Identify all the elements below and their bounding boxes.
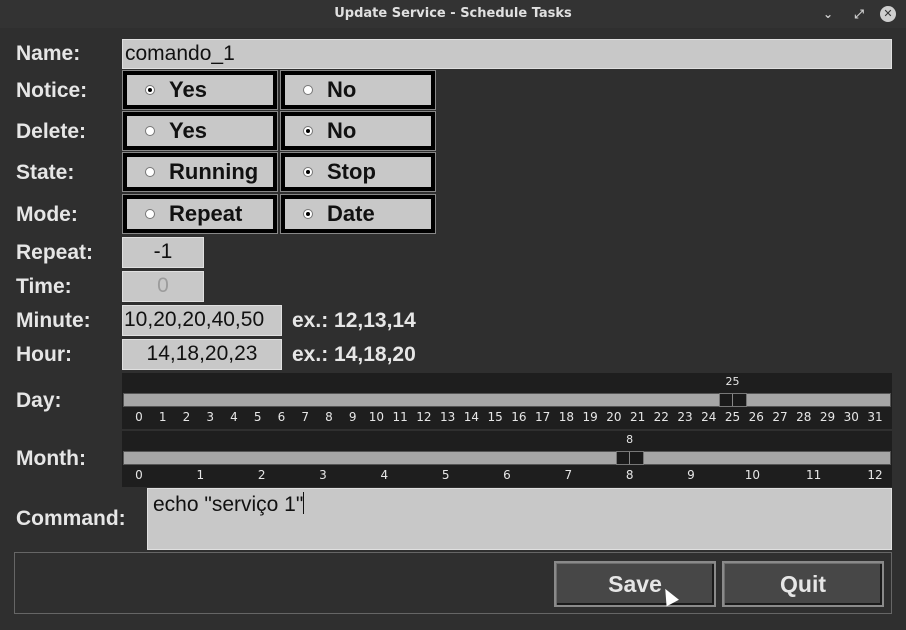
month-tick-1: 1 — [196, 468, 205, 482]
time-input: 0 — [122, 271, 204, 302]
day-tick-29: 29 — [819, 410, 836, 424]
day-tick-12: 12 — [416, 410, 432, 424]
command-text: echo "serviço 1" — [153, 493, 304, 516]
radio-indicator-icon — [145, 167, 155, 177]
day-tick-14: 14 — [463, 410, 480, 424]
minute-label: Minute: — [16, 309, 91, 332]
day-slider-trough[interactable] — [123, 393, 891, 407]
delete-yes-radio[interactable]: Yes — [122, 111, 278, 151]
day-tick-25: 25 — [724, 410, 741, 424]
day-slider[interactable]: 0 1 2 3 4 5 6 7 8 9 10 11 12 13 14 15 16 17 18 19 20 21 22 23 24… — [122, 373, 892, 429]
day-tick-1: 1 — [158, 410, 167, 424]
hour-label: Hour: — [16, 343, 72, 366]
repeat-input[interactable]: -1 — [122, 237, 204, 268]
notice-yes-radio[interactable]: Yes — [122, 70, 278, 110]
close-icon[interactable]: ✕ — [880, 6, 896, 22]
day-tick-11: 11 — [392, 410, 408, 424]
month-value-label: 8 — [626, 433, 634, 446]
day-tick-7: 7 — [301, 410, 310, 424]
minimize-icon[interactable]: ⌄ — [820, 6, 836, 22]
day-tick-18: 18 — [558, 410, 574, 424]
mode-repeat-radio[interactable]: Repeat — [122, 194, 278, 234]
month-tick-8: 8 — [625, 468, 634, 482]
window-title: Update Service - Schedule Tasks — [334, 6, 572, 21]
button-bar: Save Quit — [14, 552, 892, 614]
day-tick-26: 26 — [748, 410, 764, 424]
name-input[interactable]: comando_1 — [122, 39, 892, 69]
day-tick-24: 24 — [701, 410, 717, 424]
month-tick-3: 3 — [319, 468, 327, 482]
notice-label: Notice: — [16, 79, 88, 102]
month-tick-5: 5 — [441, 468, 450, 482]
restore-icon[interactable]: ⤢ — [851, 6, 867, 22]
radio-indicator-icon — [303, 85, 313, 95]
command-label: Command: — [16, 507, 126, 530]
month-tick-10: 10 — [744, 468, 760, 482]
month-tick-12: 12 — [867, 468, 883, 482]
day-tick-8: 8 — [325, 410, 333, 424]
state-running-radio[interactable]: Running — [122, 152, 278, 192]
day-label: Day: — [16, 389, 62, 412]
repeat-label: Repeat: — [16, 241, 94, 264]
month-tick-4: 4 — [380, 468, 389, 482]
day-tick-13: 13 — [440, 410, 456, 424]
radio-indicator-icon — [303, 167, 313, 177]
day-tick-20: 20 — [606, 410, 622, 424]
minute-hint: ex.: 12,13,14 — [292, 309, 416, 332]
time-label: Time: — [16, 275, 72, 298]
month-tick-11: 11 — [806, 468, 822, 482]
radio-indicator-icon — [145, 126, 155, 136]
delete-label: Delete: — [16, 120, 87, 143]
day-tick-0: 0 — [135, 410, 143, 424]
day-tick-4: 4 — [230, 410, 238, 424]
day-tick-2: 2 — [182, 410, 191, 424]
day-tick-30: 30 — [843, 410, 859, 424]
day-tick-27: 27 — [772, 410, 788, 424]
text-caret — [303, 492, 305, 514]
day-slider-handle[interactable] — [718, 393, 747, 407]
hour-hint: ex.: 14,18,20 — [292, 343, 416, 366]
day-tick-31: 31 — [867, 410, 883, 424]
day-tick-15: 15 — [487, 410, 503, 424]
month-tick-9: 9 — [687, 468, 695, 482]
month-slider-trough[interactable] — [123, 451, 891, 465]
minute-input[interactable]: 10,20,20,40,50 — [122, 305, 282, 336]
mode-label: Mode: — [16, 203, 78, 226]
delete-no-radio[interactable]: No — [280, 111, 436, 151]
day-tick-6: 6 — [277, 410, 286, 424]
month-tick-6: 6 — [503, 468, 511, 482]
day-tick-3: 3 — [206, 410, 215, 424]
hour-input[interactable]: 14,18,20,23 — [122, 339, 282, 370]
radio-indicator-icon — [145, 85, 155, 95]
day-tick-10: 10 — [368, 410, 385, 424]
day-tick-21: 21 — [629, 410, 646, 424]
day-tick-22: 22 — [653, 410, 669, 424]
title-bar: Update Service - Schedule Tasks ⌄ ⤢ ✕ — [0, 0, 906, 28]
day-value-label: 25 — [725, 375, 740, 388]
mode-date-radio[interactable]: Date — [280, 194, 436, 234]
day-tick-16: 16 — [511, 410, 527, 424]
month-label: Month: — [16, 447, 86, 470]
month-slider[interactable]: 0 1 2 3 4 5 6 7 8 9 10 11 12 8 — [122, 431, 892, 487]
day-tick-28: 28 — [796, 410, 812, 424]
command-textarea[interactable]: echo "serviço 1" — [147, 488, 892, 550]
day-tick-17: 17 — [534, 410, 551, 424]
name-label: Name: — [16, 42, 81, 65]
month-tick-7: 7 — [564, 468, 573, 482]
state-label: State: — [16, 161, 75, 184]
day-tick-9: 9 — [348, 410, 357, 424]
month-slider-handle[interactable] — [615, 451, 644, 465]
quit-button[interactable]: Quit — [722, 561, 884, 607]
day-tick-19: 19 — [582, 410, 598, 424]
radio-indicator-icon — [303, 126, 313, 136]
radio-indicator-icon — [303, 209, 313, 219]
radio-indicator-icon — [145, 209, 155, 219]
day-tick-5: 5 — [253, 410, 262, 424]
notice-no-radio[interactable]: No — [280, 70, 436, 110]
month-tick-0: 0 — [135, 468, 143, 482]
state-stop-radio[interactable]: Stop — [280, 152, 436, 192]
month-tick-2: 2 — [257, 468, 266, 482]
day-tick-23: 23 — [677, 410, 693, 424]
save-button[interactable]: Save — [554, 561, 716, 607]
